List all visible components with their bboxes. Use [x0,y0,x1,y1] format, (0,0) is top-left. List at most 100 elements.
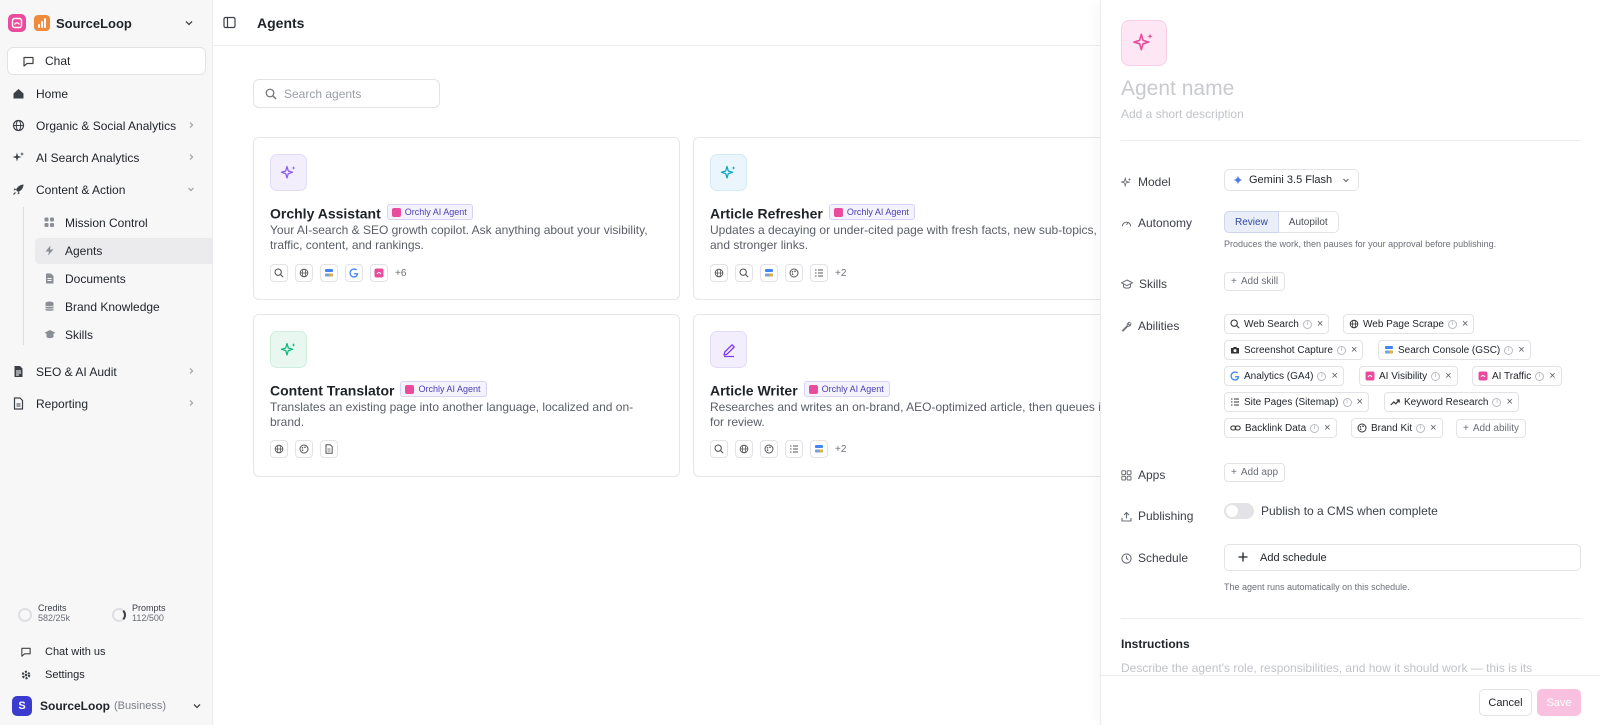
info-icon[interactable]: i [1447,319,1457,329]
cancel-button[interactable]: Cancel [1479,689,1532,716]
info-icon[interactable]: i [1342,397,1352,407]
chevron-down-icon [187,185,195,193]
info-icon[interactable]: i [1336,345,1346,355]
ability-label: Backlink Data [1245,422,1307,434]
chat-button[interactable]: Chat [7,47,206,75]
palette-icon [295,440,313,458]
remove-icon[interactable]: × [1506,397,1512,408]
add-app-button[interactable]: + Add app [1224,463,1286,482]
globe-icon [270,440,288,458]
agent-title-text: Article Refresher [710,205,823,222]
add-skill-button[interactable]: + Add skill [1224,272,1286,291]
chevron-right-icon [187,367,195,375]
toggle-knob [1226,505,1238,517]
subnav-brand-knowledge[interactable]: Brand Knowledge [35,294,213,320]
model-select[interactable]: Gemini 3.5 Flash [1224,169,1360,191]
nav-ai-search-analytics[interactable]: AI Search Analytics [0,144,213,172]
nav-reporting[interactable]: Reporting [0,390,213,418]
ability-label: Web Page Scrape [1363,318,1444,330]
account-switcher[interactable]: S SourceLoop (Business) [12,695,202,717]
nav-label: Organic & Social Analytics [36,119,177,133]
add-ability-label: Add ability [1472,423,1519,434]
info-icon[interactable]: i [1416,423,1426,433]
info-icon[interactable]: i [1431,371,1441,381]
sidebar: SourceLoop Chat Home Organic & Social An… [0,0,213,725]
add-skill-label: Add skill [1240,276,1279,287]
agent-card-article-refresher[interactable]: Article Refresher Orchly AI Agent Updates… [693,137,1120,300]
info-icon[interactable]: i [1317,371,1327,381]
abilities-row-label: Abilities [1121,319,1179,333]
workspace-switcher[interactable]: SourceLoop [8,12,204,34]
chat-bubble-icon [20,646,32,658]
grid-icon [44,217,55,228]
search-console-icon [320,264,338,282]
upload-icon [1121,511,1132,522]
remove-icon[interactable]: × [1462,319,1468,330]
info-icon[interactable]: i [1504,345,1514,355]
remove-icon[interactable]: × [1324,423,1330,434]
add-schedule-button[interactable]: Add schedule [1224,544,1581,571]
model-label: Model [1138,175,1171,189]
bolt-icon [44,245,55,256]
chevron-down-icon [192,701,202,711]
graduation-cap-icon [44,329,56,340]
agent-card-orchly-assistant[interactable]: Orchly Assistant Orchly AI Agent Your AI-… [253,137,680,300]
info-icon[interactable]: i [1310,423,1320,433]
remove-icon[interactable]: × [1430,423,1436,434]
nav-seo-ai-audit[interactable]: SEO & AI Audit [0,358,213,386]
instructions-input[interactable]: Describe the agent's role, responsibilit… [1121,661,1532,675]
subnav-documents[interactable]: Documents [35,266,213,292]
remove-icon[interactable]: × [1351,345,1357,356]
settings-button[interactable]: Settings [0,664,213,686]
account-tier: (Business) [114,700,166,712]
ability-chip-keyword-research: Keyword Research i × [1384,392,1519,412]
autonomy-review-option[interactable]: Review [1224,211,1279,233]
publish-toggle[interactable] [1224,503,1254,519]
remove-icon[interactable]: × [1518,345,1524,356]
nav-content-action[interactable]: Content & Action [0,176,213,204]
nav-organic-social-analytics[interactable]: Organic & Social Analytics [0,112,213,140]
ability-label: Site Pages (Sitemap) [1244,396,1339,408]
save-button[interactable]: Save [1537,689,1581,716]
chevron-right-icon [187,121,195,129]
gemini-icon [1233,175,1243,185]
nav-home[interactable]: Home [0,80,213,108]
agent-name-input[interactable]: Agent name [1121,77,1234,101]
agent-badge: Orchly AI Agent [400,381,487,397]
prompts-label: Prompts [132,603,166,613]
sidebar-toggle-icon[interactable] [223,16,236,29]
remove-icon[interactable]: × [1445,371,1451,382]
chat-with-us-button[interactable]: Chat with us [0,641,213,663]
info-icon[interactable]: i [1302,319,1312,329]
subnav-skills[interactable]: Skills [35,322,213,348]
remove-icon[interactable]: × [1317,319,1323,330]
badge-label: Orchly AI Agent [418,384,481,394]
add-app-label: Add app [1240,467,1279,478]
search-input[interactable]: Search agents [253,79,440,108]
autonomy-autopilot-option[interactable]: Autopilot [1278,211,1339,233]
subnav-mission-control[interactable]: Mission Control [35,210,213,236]
model-row-label: Model [1121,175,1171,189]
sparkles-icon [1121,176,1132,188]
pen-icon [710,331,747,368]
chevron-down-icon [184,18,194,28]
info-icon[interactable]: i [1535,371,1545,381]
ability-chip-ai-visibility: AI Visibility i × [1359,366,1458,386]
subnav-agents[interactable]: Agents [35,238,213,264]
ability-chip-web-page-scrape: Web Page Scrape i × [1343,314,1475,334]
remove-icon[interactable]: × [1331,371,1337,382]
agent-title-text: Orchly Assistant [270,205,381,222]
agent-card-article-writer[interactable]: Article Writer Orchly AI Agent Researches… [693,314,1120,477]
globe-icon [710,264,728,282]
ability-label: AI Traffic [1492,370,1532,382]
publishing-row-label: Publishing [1121,509,1193,523]
google-icon [1230,371,1240,381]
info-icon[interactable]: i [1492,397,1502,407]
add-ability-button[interactable]: + Add ability [1456,419,1526,438]
remove-icon[interactable]: × [1549,371,1555,382]
sparkles-icon[interactable] [1121,20,1167,66]
agent-description-input[interactable]: Add a short description [1121,107,1244,121]
clock-icon [1121,552,1132,564]
agent-card-content-translator[interactable]: Content Translator Orchly AI Agent Transl… [253,314,680,477]
remove-icon[interactable]: × [1357,397,1363,408]
